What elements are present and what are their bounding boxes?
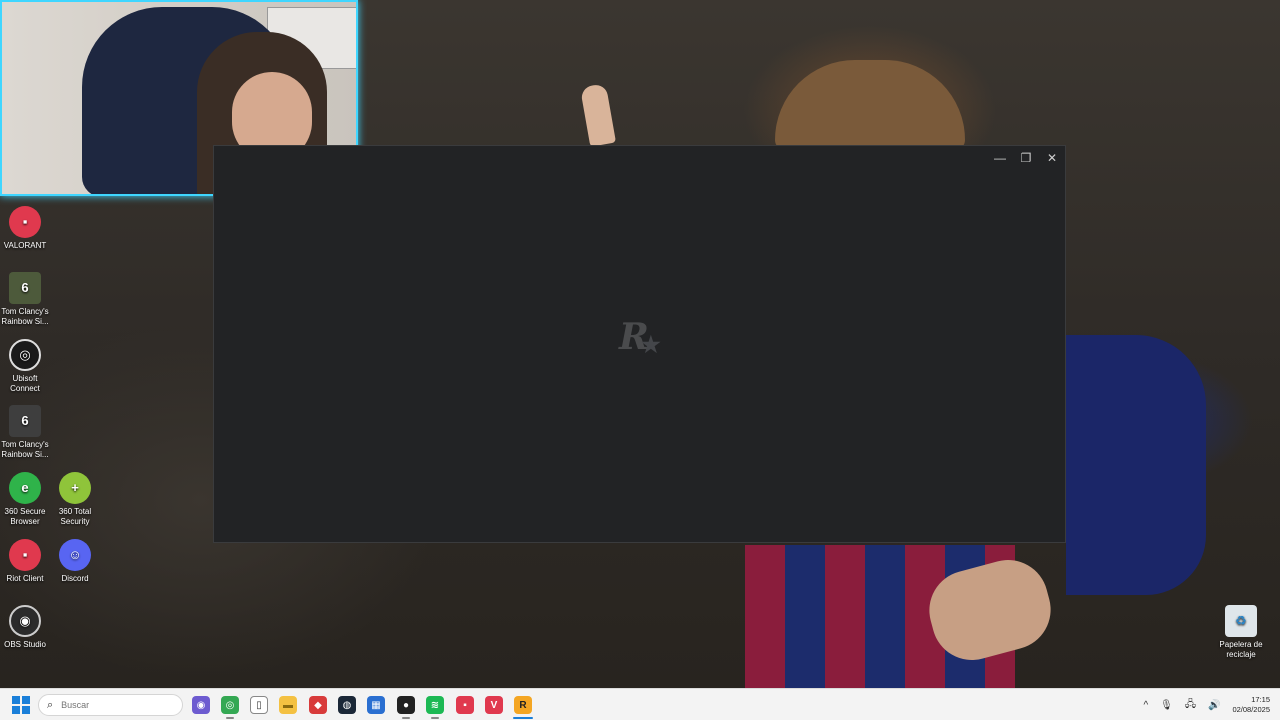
desktop-icon-label: 360 Secure Browser <box>4 507 46 526</box>
file-explorer-icon: ▬ <box>283 699 293 711</box>
media-icon: ◆ <box>314 699 322 711</box>
minimize-button[interactable]: — <box>987 146 1013 170</box>
desktop-icon-label: 360 Total Security <box>58 507 92 526</box>
network-icon[interactable]: 🖧 <box>1185 697 1196 714</box>
store-icon: ▦ <box>371 699 381 711</box>
microphone-icon[interactable]: 🎙 <box>1160 700 1173 711</box>
taskbar-app-copilot[interactable]: ◉ <box>192 696 210 714</box>
search-icon: ⌕ <box>47 698 54 711</box>
valorant-icon: V <box>490 699 498 711</box>
desktop-icon-label: Tom Clancy's Rainbow Si... <box>1 307 49 326</box>
maximize-button[interactable]: ❐ <box>1013 146 1039 170</box>
taskbar-app-store[interactable]: ▦ <box>367 696 385 714</box>
window-controls: — ❐ ✕ <box>987 146 1065 170</box>
taskbar-app-obs[interactable]: ● <box>397 696 415 714</box>
taskbar-app-valorant[interactable]: V <box>485 696 503 714</box>
steam-icon: ◍ <box>342 699 352 711</box>
chrome-icon: ◎ <box>225 699 235 711</box>
wallpaper-player-arm <box>579 83 617 147</box>
rainbow-six-icon: 6 <box>9 272 41 304</box>
desktop-icon-obs-studio[interactable]: ◉ OBS Studio <box>0 605 50 650</box>
ubisoft-icon: ◎ <box>9 339 41 371</box>
wallpaper-player-sleeve <box>1066 335 1206 595</box>
taskbar-running-indicator <box>431 717 439 719</box>
taskbar-app-riot-client[interactable]: ▪ <box>456 696 474 714</box>
notepad-icon: ▯ <box>256 699 262 711</box>
desktop-icon-360-security[interactable]: + 360 Total Security <box>50 472 100 527</box>
rockstar-icon: R <box>519 699 527 711</box>
discord-icon: ☺ <box>59 539 91 571</box>
taskbar-app-spotify[interactable]: ≋ <box>426 696 444 714</box>
desktop-icon-rainbow-six-2[interactable]: 6 Tom Clancy's Rainbow Si... <box>0 405 50 460</box>
desktop-icon-riot-client[interactable]: ▪ Riot Client <box>0 539 50 584</box>
clock-time: 17:15 <box>1251 695 1270 704</box>
taskbar-app-notepad[interactable]: ▯ <box>250 696 268 714</box>
taskbar-search[interactable]: ⌕ <box>38 694 183 716</box>
riot-client-icon: ▪ <box>9 539 41 571</box>
desktop-icon-ubisoft-connect[interactable]: ◎ Ubisoft Connect <box>0 339 50 394</box>
obs-icon: ● <box>402 699 410 711</box>
taskbar-running-indicator <box>402 717 410 719</box>
taskbar: ⌕ ◉ ◎ ▯ ▬ ◆ ◍ ▦ ● ≋ ▪ V R ^ 🎙 🖧 🔊 17:15 … <box>0 688 1280 720</box>
desktop-icon-label: Papelera de reciclaje <box>1219 640 1263 659</box>
valorant-icon: ▪ <box>9 206 41 238</box>
spotify-icon: ≋ <box>430 699 440 711</box>
desktop-icon-recycle-bin[interactable]: ♻ Papelera de reciclaje <box>1216 605 1266 660</box>
desktop-icon-rainbow-six-1[interactable]: 6 Tom Clancy's Rainbow Si... <box>0 272 50 327</box>
desktop-icon-discord[interactable]: ☺ Discord <box>50 539 100 584</box>
windows-logo-icon <box>12 696 20 704</box>
taskbar-app-steam[interactable]: ◍ <box>338 696 356 714</box>
riot-client-icon: ▪ <box>463 699 467 711</box>
taskbar-clock[interactable]: 17:15 02/08/2025 <box>1232 695 1270 715</box>
rockstar-launcher-window[interactable]: — ❐ ✕ R ★ <box>213 145 1066 543</box>
360-browser-icon: e <box>9 472 41 504</box>
taskbar-app-chrome[interactable]: ◎ <box>221 696 239 714</box>
rainbow-six-icon: 6 <box>9 405 41 437</box>
desktop-icon-label: Ubisoft Connect <box>10 374 40 393</box>
desktop-icon-label: VALORANT <box>3 241 47 250</box>
search-input[interactable] <box>59 699 164 711</box>
taskbar-app-file-explorer[interactable]: ▬ <box>279 696 297 714</box>
recycle-bin-icon: ♻ <box>1225 605 1257 637</box>
close-button[interactable]: ✕ <box>1039 146 1065 170</box>
desktop-icon-label: Discord <box>61 574 89 583</box>
volume-icon[interactable]: 🔊 <box>1208 700 1220 711</box>
system-tray: ^ 🎙 🖧 🔊 17:15 02/08/2025 <box>1143 689 1270 720</box>
desktop-icon-valorant[interactable]: ▪ VALORANT <box>0 206 50 251</box>
taskbar-running-indicator <box>226 717 234 719</box>
tray-chevron-icon[interactable]: ^ <box>1143 700 1148 711</box>
desktop-icon-label: OBS Studio <box>4 640 46 649</box>
obs-icon: ◉ <box>9 605 41 637</box>
taskbar-app-rockstar[interactable]: R <box>514 696 532 714</box>
clock-date: 02/08/2025 <box>1232 705 1270 714</box>
desktop-icon-label: Tom Clancy's Rainbow Si... <box>1 440 49 459</box>
360-security-icon: + <box>59 472 91 504</box>
wallpaper-player-head <box>775 60 965 150</box>
taskbar-active-indicator <box>513 717 533 719</box>
rockstar-logo: R ★ <box>619 316 661 358</box>
start-button[interactable] <box>12 696 30 714</box>
copilot-icon: ◉ <box>196 699 206 711</box>
desktop-icon-label: Riot Client <box>6 574 44 583</box>
taskbar-app-media[interactable]: ◆ <box>309 696 327 714</box>
desktop-icon-360-browser[interactable]: e 360 Secure Browser <box>0 472 50 527</box>
star-icon: ★ <box>641 332 661 358</box>
